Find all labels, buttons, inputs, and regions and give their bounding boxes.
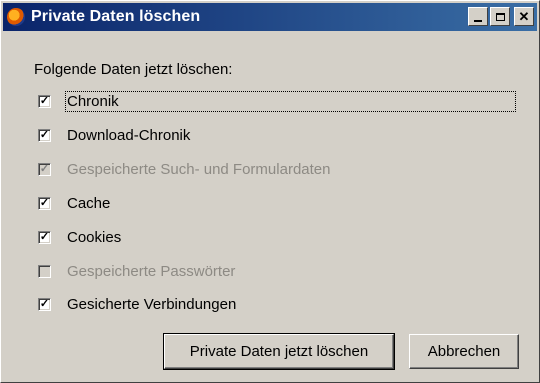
dialog-window: Private Daten löschen ✕ Folgende Daten j…	[0, 0, 540, 383]
checkbox-secure-connections[interactable]: ✓	[38, 297, 51, 311]
option-label: Gesicherte Verbindungen	[67, 295, 237, 313]
checkbox-download-history[interactable]: ✓	[38, 128, 51, 142]
firefox-icon	[7, 8, 25, 26]
option-label: Cookies	[67, 228, 122, 246]
checkbox-passwords	[38, 264, 51, 278]
option-passwords: Gespeicherte Passwörter	[38, 260, 235, 282]
cancel-button[interactable]: Abbrechen	[409, 334, 519, 369]
close-icon: ✕	[518, 9, 530, 24]
window-controls: ✕	[468, 7, 534, 26]
close-button[interactable]: ✕	[514, 7, 534, 26]
option-secure-connections[interactable]: ✓ Gesicherte Verbindungen	[38, 293, 236, 315]
option-download-history[interactable]: ✓ Download-Chronik	[38, 124, 190, 146]
maximize-icon	[495, 12, 505, 21]
checkbox-cache[interactable]: ✓	[38, 196, 51, 210]
maximize-button[interactable]	[490, 7, 510, 26]
option-label: Gespeicherte Such- und Formulardaten	[67, 160, 331, 178]
option-label: Cache	[67, 194, 111, 212]
checkbox-cookies[interactable]: ✓	[38, 230, 51, 244]
option-label: Download-Chronik	[67, 126, 191, 144]
clear-private-data-button[interactable]: Private Daten jetzt löschen	[163, 333, 395, 370]
checkbox-history[interactable]: ✓	[38, 94, 51, 108]
checkbox-form-data: ✓	[38, 162, 51, 176]
section-heading: Folgende Daten jetzt löschen:	[34, 61, 233, 78]
option-label: Gespeicherte Passwörter	[67, 262, 236, 280]
option-label: Chronik	[65, 90, 516, 112]
title-bar[interactable]: Private Daten löschen ✕	[3, 3, 537, 31]
option-history[interactable]: ✓ Chronik	[38, 90, 516, 112]
option-form-data: ✓ Gespeicherte Such- und Formulardaten	[38, 158, 330, 180]
window-title: Private Daten löschen	[31, 8, 201, 25]
option-cache[interactable]: ✓ Cache	[38, 192, 110, 214]
minimize-button[interactable]	[468, 7, 488, 26]
option-cookies[interactable]: ✓ Cookies	[38, 226, 121, 248]
minimize-icon	[474, 19, 482, 22]
